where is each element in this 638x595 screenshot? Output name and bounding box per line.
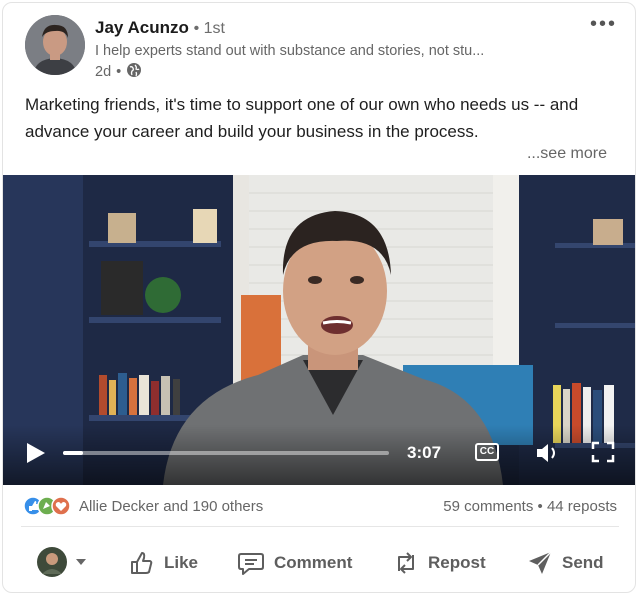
like-button[interactable]: Like (129, 545, 198, 581)
comments-count[interactable]: 59 comments (443, 498, 533, 515)
connection-degree: 1st (203, 20, 225, 37)
separator-dot: • (193, 20, 204, 37)
captions-button[interactable]: CC (475, 443, 499, 461)
viewer-avatar (37, 547, 67, 577)
actions-divider (21, 526, 619, 527)
send-button[interactable]: Send (527, 545, 604, 581)
progress-track[interactable] (63, 451, 389, 455)
action-bar: Like Comment Repost Send (3, 533, 635, 591)
like-icon (131, 552, 153, 574)
post-meta: 2d • (95, 62, 142, 82)
social-counts: Allie Decker and 190 others 59 comments … (3, 491, 635, 521)
send-icon (529, 551, 552, 574)
meta-dot: • (116, 64, 122, 80)
reposts-count[interactable]: 44 reposts (547, 498, 617, 515)
like-label: Like (164, 553, 199, 572)
author-headline: I help experts stand out with substance … (95, 43, 485, 59)
progress-fill (63, 451, 83, 455)
send-label: Send (562, 553, 604, 572)
author-avatar[interactable] (25, 15, 85, 75)
comment-label: Comment (274, 553, 353, 572)
post-header: Jay Acunzo • 1st I help experts stand ou… (3, 3, 635, 85)
repost-icon (398, 552, 414, 574)
video-player[interactable]: 3:07 CC (3, 175, 635, 485)
time-remaining: 3:07 (407, 443, 442, 462)
engagement-counts: 59 comments • 44 reposts (443, 498, 617, 515)
reactions-summary[interactable]: Allie Decker and 190 others (79, 498, 263, 515)
comment-button[interactable]: Comment (237, 545, 352, 581)
see-more-link[interactable]: ...see more (527, 145, 607, 163)
repost-button[interactable]: Repost (393, 545, 486, 581)
counts-separator: • (537, 498, 543, 515)
repost-label: Repost (428, 553, 486, 572)
reactor-avatar-selector[interactable] (37, 547, 87, 577)
post-card: Jay Acunzo • 1st I help experts stand ou… (2, 2, 636, 593)
post-text: Marketing friends, it's time to support … (25, 95, 579, 141)
post-age: 2d (95, 64, 112, 80)
author-name-row: Jay Acunzo • 1st (95, 18, 225, 38)
play-icon[interactable] (25, 441, 47, 470)
fullscreen-icon[interactable] (591, 441, 615, 468)
comment-icon (238, 553, 264, 575)
globe-icon (126, 62, 142, 82)
more-options-icon[interactable]: ••• (590, 13, 617, 36)
author-name[interactable]: Jay Acunzo (95, 18, 189, 37)
reaction-icons[interactable] (23, 496, 75, 516)
volume-icon[interactable] (535, 441, 563, 470)
chevron-down-icon (76, 559, 86, 565)
